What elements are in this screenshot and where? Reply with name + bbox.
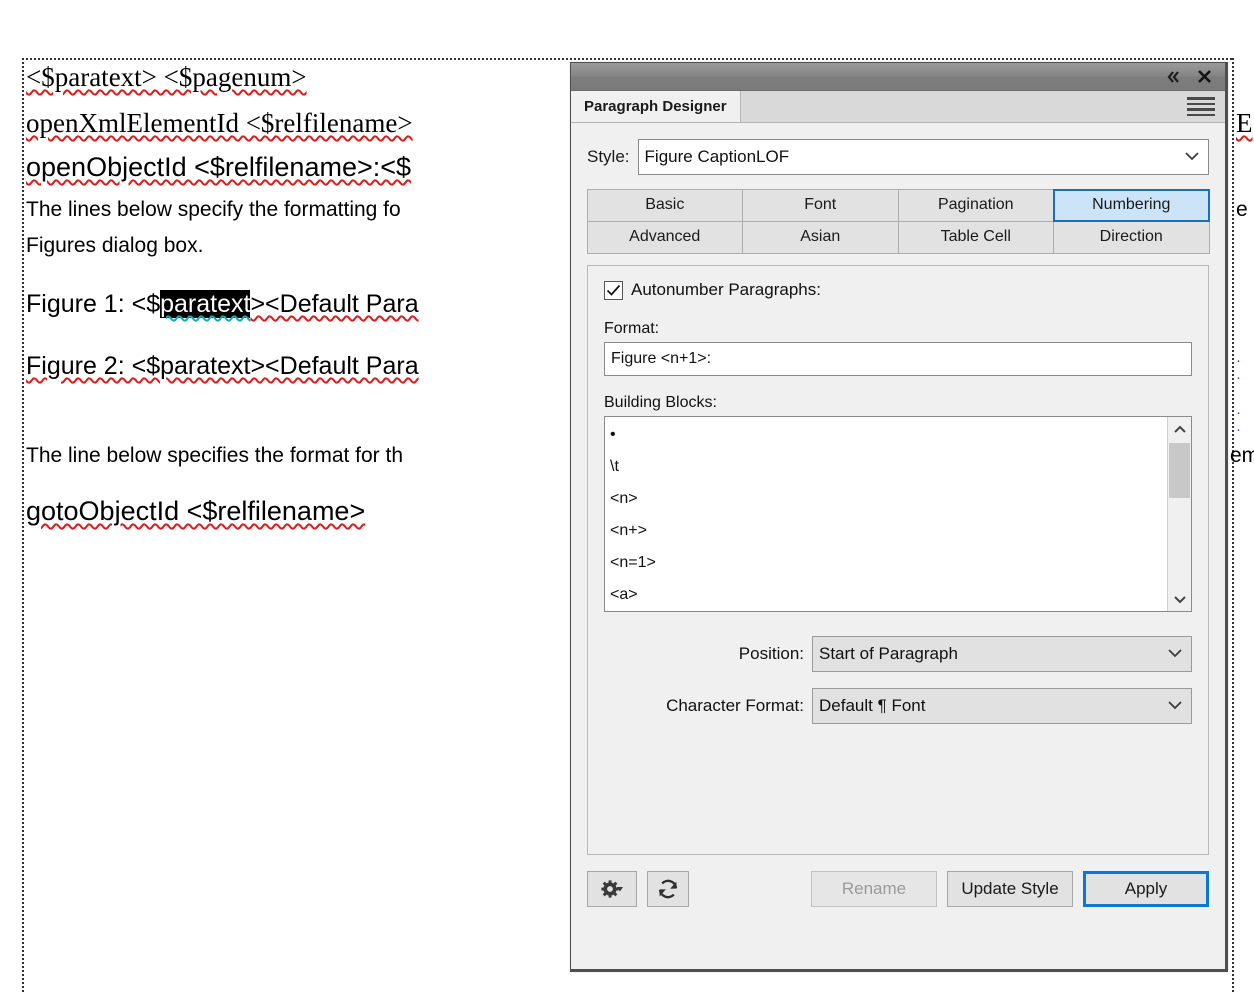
collapse-icon[interactable] — [1159, 64, 1189, 90]
update-style-button[interactable]: Update Style — [947, 871, 1073, 907]
tab-numbering[interactable]: Numbering — [1053, 188, 1210, 222]
tab-font[interactable]: Font — [742, 188, 899, 222]
character-format-row: Character Format: Default ¶ Font — [604, 688, 1192, 724]
rename-button: Rename — [811, 871, 937, 907]
chevron-down-icon — [1165, 696, 1185, 716]
chevron-down-icon — [1165, 644, 1185, 664]
scroll-down-icon[interactable] — [1172, 587, 1188, 611]
tabstrip-filler — [740, 91, 1225, 122]
document-line: openXmlElementId <$relfilename> — [26, 108, 413, 138]
apply-button[interactable]: Apply — [1083, 871, 1209, 907]
designer-tab-grid: Basic Font Pagination Numbering Advanced… — [586, 188, 1210, 254]
format-input-value: Figure <n+1>: — [611, 350, 712, 367]
refresh-icon[interactable] — [647, 871, 689, 907]
listbox-scrollbar[interactable] — [1167, 417, 1191, 611]
list-item[interactable]: <n=1> — [610, 547, 1167, 579]
style-combobox[interactable]: Figure CaptionLOF — [637, 139, 1209, 175]
list-item[interactable]: <a> — [610, 579, 1167, 611]
text-frame-border-right — [1232, 58, 1234, 992]
autonumber-checkbox[interactable] — [604, 280, 623, 300]
document-line: Figure 2: <$paratext><Default Para — [26, 352, 419, 380]
building-blocks-items: • \t <n> <n+> <n=1> <a> — [605, 417, 1167, 611]
panel-tab-paragraph-designer[interactable]: Paragraph Designer — [571, 91, 741, 122]
document-line: openObjectId <$relfilename>:<$ — [26, 152, 412, 182]
panel-footer: Rename Update Style Apply — [571, 871, 1225, 907]
list-item[interactable]: <n> — [610, 483, 1167, 515]
scroll-up-icon[interactable] — [1172, 417, 1188, 441]
line-prefix: Figure 1: <$ — [26, 290, 161, 318]
text-frame-border-left — [22, 58, 24, 992]
tab-asian[interactable]: Asian — [742, 220, 899, 254]
panel-tabstrip: Paragraph Designer — [571, 91, 1225, 123]
list-item[interactable]: <n+> — [610, 515, 1167, 547]
document-edge-dots: · · — [1236, 352, 1243, 386]
format-label: Format: — [604, 320, 660, 337]
tab-advanced[interactable]: Advanced — [586, 220, 743, 254]
line-suffix: ><Default Para — [250, 290, 419, 318]
screen: <$paratext> <$pagenum> openXmlElementId … — [0, 0, 1254, 992]
paragraph-designer-panel[interactable]: Paragraph Designer Style: Figure Caption… — [570, 62, 1228, 972]
document-edge-fragment: E — [1236, 108, 1253, 138]
chevron-down-icon — [1182, 147, 1202, 167]
autonumber-label: Autonumber Paragraphs: — [631, 280, 821, 299]
tab-basic[interactable]: Basic — [586, 188, 743, 222]
style-combobox-value: Figure CaptionLOF — [644, 147, 790, 166]
document-line-selected[interactable]: Figure 1: <$paratext><Default Para — [26, 290, 419, 319]
list-item[interactable]: \t — [610, 451, 1167, 483]
document-edge-fragment: em — [1230, 444, 1254, 467]
format-input[interactable]: Figure <n+1>: — [604, 342, 1192, 376]
close-icon[interactable] — [1189, 64, 1219, 90]
document-line: <$paratext> <$pagenum> — [26, 62, 307, 92]
style-label: Style: — [587, 147, 630, 166]
position-dropdown-value: Start of Paragraph — [819, 644, 958, 663]
document-line: The lines below specify the formatting f… — [26, 198, 401, 221]
scrollbar-thumb[interactable] — [1169, 443, 1190, 498]
tab-table-cell[interactable]: Table Cell — [897, 220, 1054, 254]
document-line: gotoObjectId <$relfilename> — [26, 496, 366, 526]
tab-direction[interactable]: Direction — [1053, 220, 1210, 254]
document-line: The line below specifies the format for … — [26, 444, 404, 467]
document-line: Figures dialog box. — [26, 234, 204, 257]
position-dropdown[interactable]: Start of Paragraph — [812, 636, 1192, 672]
panel-body: Style: Figure CaptionLOF Basic Font Pagi… — [571, 139, 1225, 855]
character-format-dropdown-value: Default ¶ Font — [819, 696, 926, 715]
panel-titlebar[interactable] — [571, 63, 1225, 91]
tab-pagination[interactable]: Pagination — [897, 188, 1054, 222]
text-selection-highlight: paratext — [160, 290, 251, 318]
building-blocks-label: Building Blocks: — [604, 394, 717, 411]
position-label: Position: — [738, 644, 804, 663]
position-row: Position: Start of Paragraph — [604, 636, 1192, 672]
hamburger-menu-icon[interactable] — [1187, 97, 1215, 116]
building-blocks-listbox[interactable]: • \t <n> <n+> <n=1> <a> — [604, 416, 1192, 612]
character-format-dropdown[interactable]: Default ¶ Font — [812, 688, 1192, 724]
numbering-pane: Autonumber Paragraphs: Format: Figure <n… — [587, 265, 1209, 855]
document-edge-dots: · · — [1236, 404, 1243, 438]
character-format-label: Character Format: — [666, 696, 804, 715]
list-item[interactable]: • — [610, 419, 1167, 451]
text-frame-border-top — [22, 58, 1232, 60]
document-edge-fragment: e : — [1236, 198, 1254, 221]
style-row: Style: Figure CaptionLOF — [587, 139, 1209, 175]
gear-dropdown-icon[interactable] — [587, 871, 637, 907]
autonumber-row[interactable]: Autonumber Paragraphs: — [604, 280, 1192, 300]
